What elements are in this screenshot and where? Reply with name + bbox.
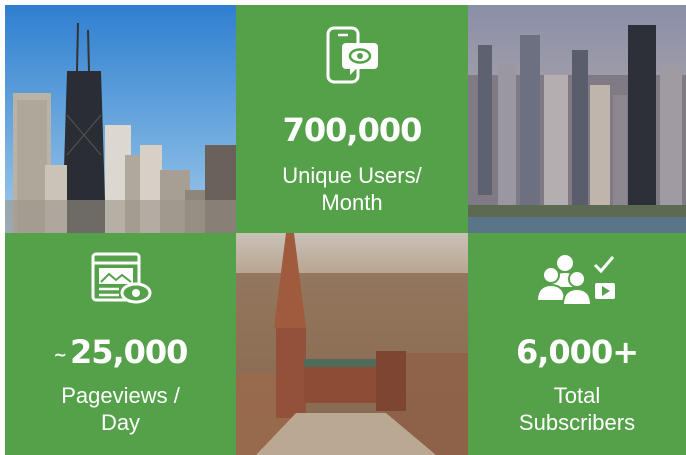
approx-prefix: ~	[53, 344, 67, 364]
unique-users-label-line1: Unique Users/	[282, 163, 422, 188]
unique-users-tile: 700,000 Unique Users/ Month	[236, 5, 468, 233]
unique-users-label-line2: Month	[321, 190, 383, 215]
subscribers-label-line2: Subscribers	[518, 410, 636, 435]
chicago-skyscraper-photo	[5, 5, 236, 233]
cathedral-aerial-photo	[236, 233, 468, 455]
pageviews-tile: ~25,000 Pageviews / Day	[5, 233, 236, 455]
web-page-view-icon	[91, 252, 151, 304]
pageviews-label-line1: Pageviews /	[61, 383, 180, 408]
subscribers-tile: 6,000+ Total Subscribers	[468, 233, 686, 455]
pageviews-number: 25,000	[69, 333, 188, 371]
chicago-aerial-skyline-photo	[468, 5, 686, 233]
group-subscribe-icon	[537, 255, 615, 306]
mobile-video-icon	[326, 26, 378, 84]
unique-users-value: 700,000	[282, 111, 423, 149]
pageviews-value: ~25,000	[5, 333, 236, 371]
subscribers-value: 6,000+	[515, 333, 639, 371]
subscribers-label-line1: Total	[553, 383, 601, 408]
pageviews-label-line2: Day	[100, 410, 141, 435]
